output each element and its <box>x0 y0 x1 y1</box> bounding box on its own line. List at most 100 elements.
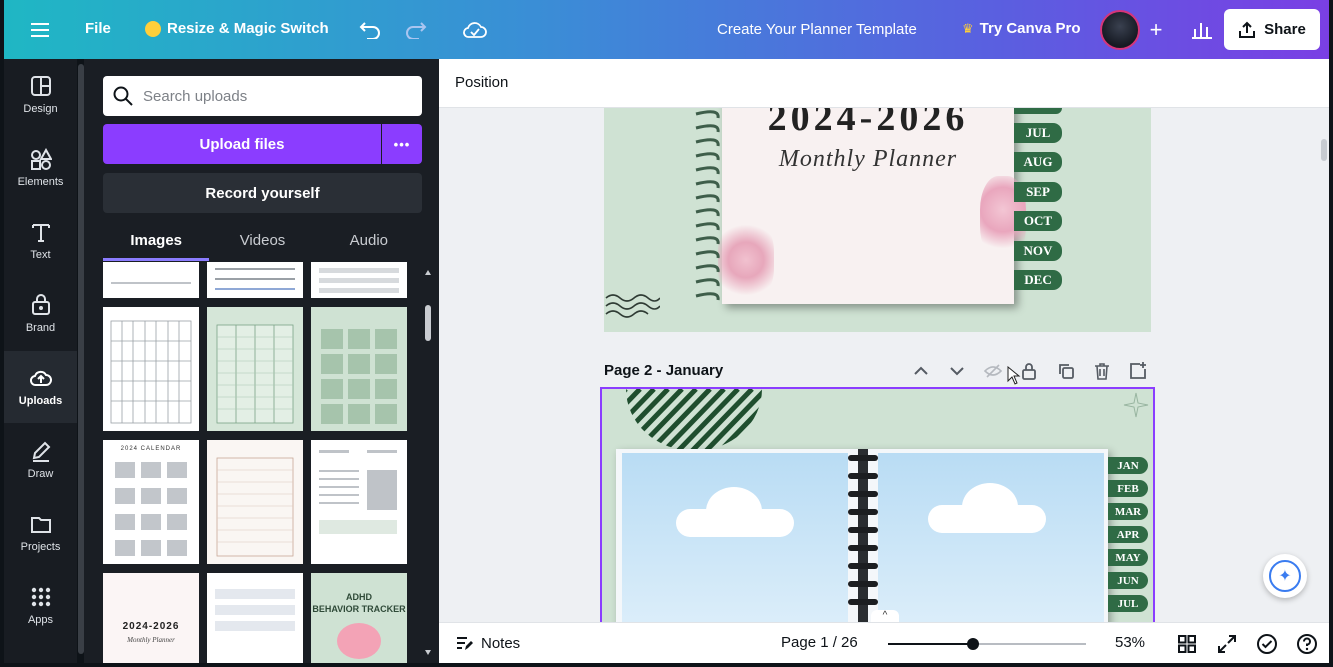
lock-page-icon[interactable] <box>1019 361 1039 381</box>
design-title[interactable]: Create Your Planner Template <box>717 21 917 38</box>
upload-thumb[interactable] <box>207 262 303 298</box>
elements-icon <box>30 148 52 170</box>
upload-thumb[interactable] <box>207 573 303 663</box>
month-tab-dec[interactable]: DEC <box>1014 270 1062 290</box>
cover-title: 2024-2026 <box>767 108 969 139</box>
undo-icon[interactable] <box>358 18 382 42</box>
top-bar: File Resize & Magic Switch Create Your P… <box>4 0 1329 59</box>
fullscreen-icon[interactable] <box>1217 634 1237 654</box>
uploads-icon <box>29 370 52 386</box>
tab-videos[interactable]: Videos <box>209 224 315 261</box>
uploads-panel: Upload files ••• Record yourself Images … <box>84 59 439 663</box>
upload-thumb[interactable] <box>207 440 303 564</box>
hide-page-icon[interactable] <box>983 361 1003 381</box>
month-tab-feb[interactable]: FEB <box>1108 480 1148 497</box>
file-menu[interactable]: File <box>85 20 111 37</box>
rail-item-design[interactable]: Design <box>4 59 77 131</box>
page-indicator[interactable]: Page 1 / 26 <box>781 634 858 651</box>
projects-icon <box>30 517 51 533</box>
canvas-scrollbar[interactable] <box>1319 111 1329 622</box>
rail-item-brand[interactable]: Brand <box>4 278 77 350</box>
rail-item-elements[interactable]: Elements <box>4 132 77 204</box>
context-toolbar: Position <box>439 59 1329 108</box>
upload-files-button[interactable]: Upload files <box>103 124 381 164</box>
redo-icon[interactable] <box>404 18 428 42</box>
crown-icon: ♛ <box>962 20 974 36</box>
upload-thumb[interactable] <box>311 262 407 298</box>
rail-item-projects[interactable]: Projects <box>4 497 77 569</box>
upload-thumb[interactable] <box>103 262 199 298</box>
search-icon <box>113 86 133 106</box>
canvas-area: Position 2024-2026 Monthly Planner JUL A… <box>439 59 1329 622</box>
share-button[interactable]: Share <box>1224 9 1320 50</box>
search-box[interactable] <box>103 76 422 116</box>
position-button[interactable]: Position <box>455 74 508 91</box>
month-tab-sep[interactable]: SEP <box>1014 182 1062 202</box>
apps-icon <box>31 587 50 607</box>
month-tab-jan[interactable]: JAN <box>1108 457 1148 474</box>
flower-decoration <box>718 218 774 302</box>
analytics-icon[interactable] <box>1190 18 1214 42</box>
page-2-title[interactable]: Page 2 - January <box>604 362 723 379</box>
grid-view-icon[interactable] <box>1177 634 1197 654</box>
check-icon[interactable] <box>1256 633 1278 655</box>
month-tab-jul[interactable]: JUL <box>1014 123 1062 143</box>
zoom-slider[interactable] <box>888 638 1086 650</box>
share-icon <box>1239 21 1256 38</box>
page-1[interactable]: 2024-2026 Monthly Planner JUL AUG SEP OC… <box>604 108 1151 332</box>
zoom-slider-handle[interactable] <box>967 638 980 650</box>
rail-item-uploads[interactable]: Uploads <box>4 351 77 423</box>
notes-button[interactable]: Notes <box>455 634 520 652</box>
thumb-tracker-title: ADHD BEHAVIOR TRACKER <box>312 592 406 614</box>
record-yourself-button[interactable]: Record yourself <box>103 173 422 213</box>
zoom-level[interactable]: 53% <box>1115 634 1145 651</box>
wave-decoration <box>605 294 660 318</box>
month-tab-jun[interactable]: JUN <box>1108 572 1148 589</box>
upload-thumb[interactable]: ADHD BEHAVIOR TRACKER <box>311 573 407 663</box>
rail-item-draw[interactable]: Draw <box>4 424 77 496</box>
page-2[interactable]: JAN FEB MAR APR MAY JUN JUL <box>600 387 1155 622</box>
add-page-icon[interactable] <box>1128 361 1148 381</box>
month-tab-may[interactable]: MAY <box>1108 549 1148 566</box>
resize-magic-switch-button[interactable]: Resize & Magic Switch <box>145 20 329 37</box>
duplicate-page-icon[interactable] <box>1056 361 1076 381</box>
striped-semicircle <box>626 389 762 451</box>
month-tab-oct[interactable]: OCT <box>1014 211 1062 231</box>
month-tab <box>1014 108 1062 114</box>
tab-audio[interactable]: Audio <box>316 224 422 261</box>
move-page-down-icon[interactable] <box>947 361 967 381</box>
try-canva-pro-button[interactable]: ♛ Try Canva Pro <box>962 20 1081 37</box>
rail-item-text[interactable]: Text <box>4 205 77 277</box>
show-pages-handle[interactable]: ^ <box>871 610 899 622</box>
sparkle-icon <box>1123 392 1149 418</box>
month-tab-apr[interactable]: APR <box>1108 526 1148 543</box>
rail-item-apps[interactable]: Apps <box>4 570 77 642</box>
month-tab-jul[interactable]: JUL <box>1108 595 1148 612</box>
search-input[interactable] <box>143 87 403 105</box>
upload-thumb[interactable]: 2024 CALENDAR <box>103 440 199 564</box>
draw-icon <box>32 441 50 462</box>
media-tabs: Images Videos Audio <box>103 224 422 261</box>
cloud-illustration <box>928 483 1046 533</box>
upload-thumb[interactable] <box>207 307 303 431</box>
avatar[interactable] <box>1100 10 1140 50</box>
cloud-saved-icon[interactable] <box>462 18 488 42</box>
month-tab-aug[interactable]: AUG <box>1014 152 1062 172</box>
delete-page-icon[interactable] <box>1092 361 1112 381</box>
month-tab-nov[interactable]: NOV <box>1014 241 1062 261</box>
upload-thumbnails: 2024 CALENDAR 2024-2026 Monthly Planner … <box>103 262 413 663</box>
thumb-planner-subtitle: Monthly Planner <box>127 636 175 644</box>
upload-thumb[interactable] <box>311 440 407 564</box>
upload-thumb[interactable] <box>311 307 407 431</box>
menu-icon[interactable] <box>28 18 52 42</box>
tab-images[interactable]: Images <box>103 224 210 261</box>
move-page-up-icon[interactable] <box>911 361 931 381</box>
upload-thumb[interactable] <box>103 307 199 431</box>
upload-thumb[interactable]: 2024-2026 Monthly Planner <box>103 573 199 663</box>
add-collaborator-icon[interactable]: + <box>1144 17 1168 42</box>
help-icon[interactable] <box>1296 633 1318 655</box>
upload-options-button[interactable]: ••• <box>382 124 422 164</box>
panel-scrollbar[interactable] <box>424 265 432 660</box>
month-tab-mar[interactable]: MAR <box>1108 503 1148 520</box>
magic-assistant-button[interactable]: ✦ <box>1263 554 1307 598</box>
